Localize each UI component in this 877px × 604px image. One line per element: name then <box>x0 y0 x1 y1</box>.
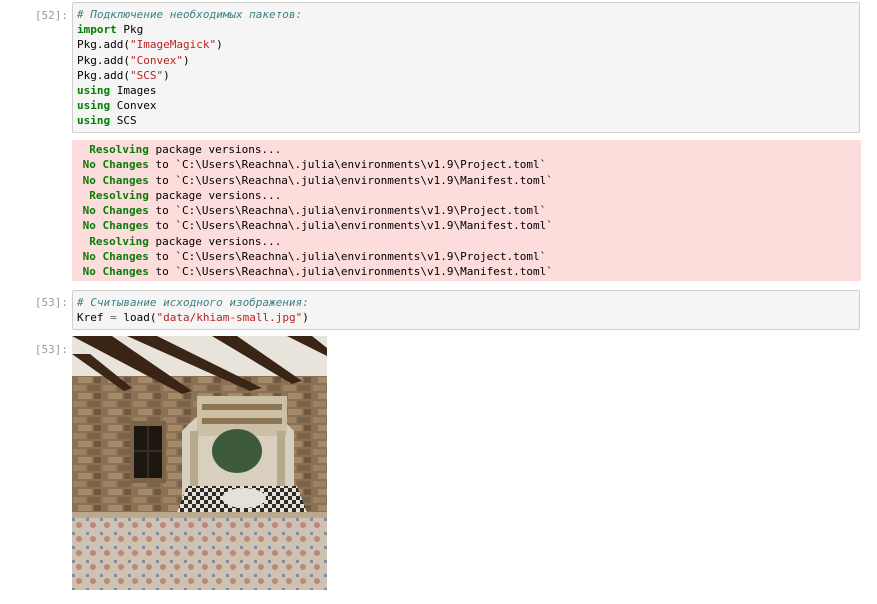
code-line: No Changes to `C:\Users\Reachna\.julia\e… <box>76 157 861 172</box>
code-line: No Changes to `C:\Users\Reachna\.julia\e… <box>76 218 861 233</box>
code-token: Pkg.add( <box>77 38 130 52</box>
cell-52-code: # Подключение необходимых пакетов: import… <box>77 7 859 129</box>
code-line: Kref = load("data/khiam-small.jpg") <box>77 310 859 325</box>
code-token: "ImageMagick" <box>129 38 217 52</box>
cell-52-output-text: Resolving package versions... No Changes… <box>76 142 861 280</box>
cell-53-code-editor[interactable]: # Считывание исходного изображения: Kref … <box>72 290 860 330</box>
code-line: using SCS <box>77 113 859 128</box>
code-token: No Changes <box>76 250 149 264</box>
cell-52-code-editor[interactable]: # Подключение необходимых пакетов: import… <box>72 2 860 133</box>
code-token: using <box>77 114 111 128</box>
cell-53-code: # Считывание исходного изображения: Kref … <box>77 295 859 325</box>
code-token: package versions... <box>148 234 282 248</box>
code-token: ) <box>182 53 190 67</box>
code-token: Images <box>110 83 157 97</box>
code-token: "data/khiam-small.jpg" <box>156 311 303 325</box>
output-image <box>72 336 327 590</box>
code-token: to `C:\Users\Reachna\.julia\environments… <box>148 250 547 264</box>
code-line: Pkg.add("SCS") <box>77 68 859 83</box>
cell-52-stderr-output: Resolving package versions... No Changes… <box>72 140 861 281</box>
code-token: No Changes <box>76 158 149 172</box>
code-token: to `C:\Users\Reachna\.julia\environments… <box>148 204 547 218</box>
code-line: # Считывание исходного изображения: <box>77 295 859 310</box>
code-token: Pkg.add( <box>77 68 130 82</box>
code-token: load( <box>116 311 157 325</box>
code-token: # Считывание исходного изображения: <box>77 296 309 309</box>
code-line: No Changes to `C:\Users\Reachna\.julia\e… <box>76 203 861 218</box>
code-line: Resolving package versions... <box>76 234 861 249</box>
cell-52-input-prompt: [52]: <box>34 9 68 22</box>
code-line: Pkg.add("ImageMagick") <box>77 37 859 52</box>
code-token: Resolving <box>76 234 149 248</box>
code-token: Resolving <box>76 143 149 156</box>
code-line: Pkg.add("Convex") <box>77 53 859 68</box>
cell-53-input-prompt: [53]: <box>34 296 68 309</box>
code-line: using Images <box>77 83 859 98</box>
code-token: "Convex" <box>129 53 183 67</box>
code-token: # Подключение необходимых пакетов: <box>77 8 303 21</box>
cell-53-output-prompt: [53]: <box>34 343 68 356</box>
code-token: package versions... <box>148 188 282 202</box>
code-token: Convex <box>110 99 157 113</box>
code-token: to `C:\Users\Reachna\.julia\environments… <box>148 173 553 187</box>
code-token: SCS <box>110 114 137 128</box>
code-line: No Changes to `C:\Users\Reachna\.julia\e… <box>76 173 861 188</box>
code-line: No Changes to `C:\Users\Reachna\.julia\e… <box>76 249 861 264</box>
code-token: ) <box>163 68 170 82</box>
code-line: import Pkg <box>77 22 859 37</box>
code-token: to `C:\Users\Reachna\.julia\environments… <box>148 158 547 172</box>
code-line: No Changes to `C:\Users\Reachna\.julia\e… <box>76 264 861 279</box>
code-token: No Changes <box>76 173 149 187</box>
code-token: using <box>77 83 111 97</box>
code-token: Kref <box>77 311 111 325</box>
code-token: Pkg <box>116 23 144 37</box>
code-line: # Подключение необходимых пакетов: <box>77 7 859 22</box>
code-line: Resolving package versions... <box>76 188 861 203</box>
code-token: Pkg.add( <box>77 53 130 67</box>
code-token: using <box>77 99 111 113</box>
code-token: import <box>77 23 117 37</box>
code-token: No Changes <box>76 219 149 233</box>
code-token: to `C:\Users\Reachna\.julia\environments… <box>148 219 553 233</box>
code-token: "SCS" <box>129 68 164 82</box>
code-token: No Changes <box>76 265 149 279</box>
code-line: Resolving package versions... <box>76 142 861 157</box>
code-token: Resolving <box>76 188 149 202</box>
code-token: No Changes <box>76 204 149 218</box>
code-token: = <box>110 311 117 325</box>
code-token: ) <box>216 38 223 52</box>
code-token: to `C:\Users\Reachna\.julia\environments… <box>148 265 553 279</box>
code-token: package versions... <box>148 143 282 156</box>
code-token: ) <box>302 311 309 325</box>
code-line: using Convex <box>77 98 859 113</box>
